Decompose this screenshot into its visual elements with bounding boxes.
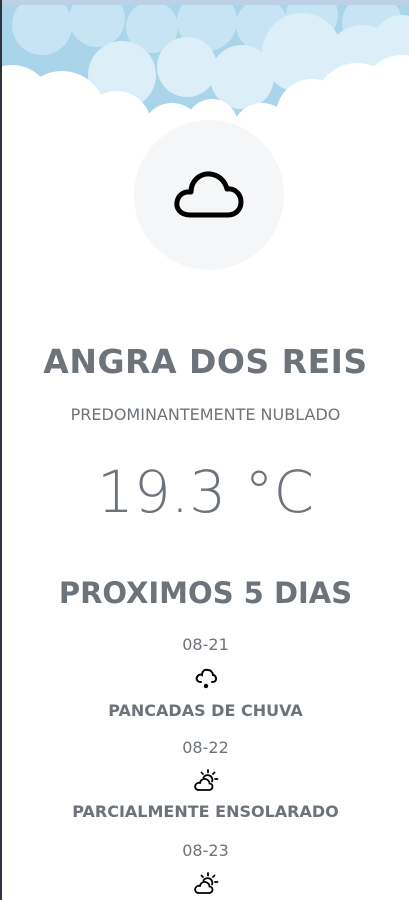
cloud-rain-icon (195, 668, 217, 689)
forecast-date: 08-21 (182, 635, 229, 654)
forecast-day: 08-22 PARCIALMENTE ENSOLARADO (2, 737, 409, 823)
forecast-condition: PARCIALMENTE ENSOLARADO (72, 802, 339, 821)
forecast-day: 08-23 (2, 840, 409, 896)
forecast-date: 08-22 (182, 738, 229, 757)
main-weather-icon-container (134, 120, 284, 270)
forecast-date: 08-23 (182, 841, 229, 860)
partly-sunny-icon (193, 872, 218, 894)
forecast-title: PROXIMOS 5 DIAS (58, 576, 353, 610)
current-condition: PREDOMINANTEMENTE NUBLADO (70, 405, 341, 424)
cloud-icon (174, 171, 244, 218)
forecast-day: 08-21 PANCADAS DE CHUVA (2, 634, 409, 722)
partly-sunny-icon (193, 769, 218, 791)
current-temperature: 19.3 °C (96, 458, 315, 526)
city-name: ANGRA DOS REIS (43, 342, 368, 381)
weather-app: ANGRA DOS REIS PREDOMINANTEMENTE NUBLADO… (0, 0, 409, 900)
forecast-condition: PANCADAS DE CHUVA (108, 701, 303, 720)
